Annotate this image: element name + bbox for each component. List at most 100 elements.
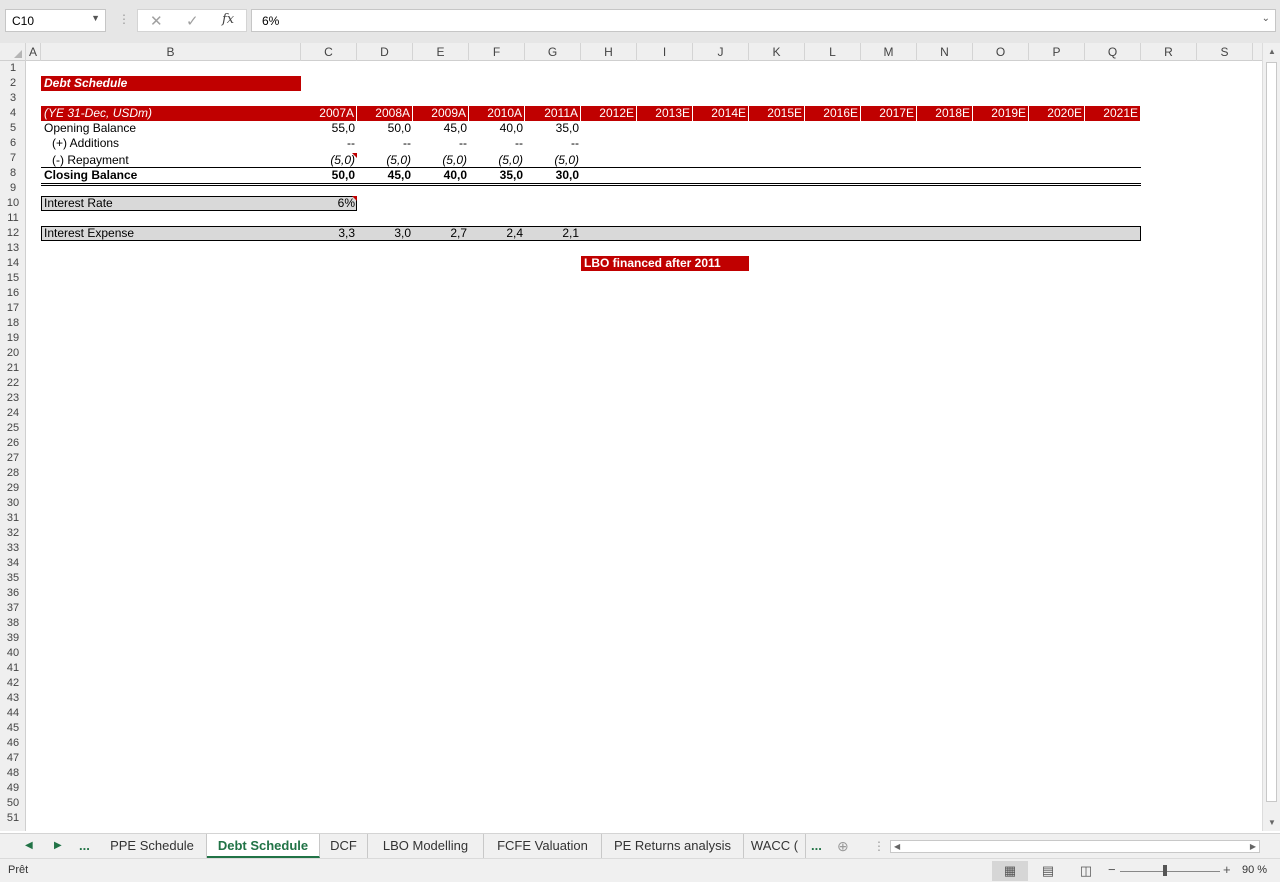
row-header-15[interactable]: 15 (0, 271, 26, 286)
year-header[interactable]: 2010A (469, 106, 525, 121)
opening-balance-label[interactable]: Opening Balance (41, 121, 301, 136)
formula-input[interactable]: 6% ⌄ (251, 9, 1276, 32)
year-header[interactable]: 2018E (917, 106, 973, 121)
row-header-3[interactable]: 3 (0, 91, 26, 106)
column-header-h[interactable]: H (581, 43, 637, 61)
column-header-a[interactable]: A (26, 43, 41, 61)
row-header-22[interactable]: 22 (0, 376, 26, 391)
interest-expense-value[interactable]: 2,7 (413, 226, 469, 241)
column-header-s[interactable]: S (1197, 43, 1253, 61)
sheet-tab[interactable]: LBO Modelling (368, 834, 484, 858)
column-header-p[interactable]: P (1029, 43, 1085, 61)
zoom-slider-thumb[interactable] (1163, 865, 1167, 876)
row-header-13[interactable]: 13 (0, 241, 26, 256)
row-header-42[interactable]: 42 (0, 676, 26, 691)
worksheet-grid[interactable]: Debt Schedule (YE 31-Dec, USDm) 2007A 2008A… (26, 61, 1262, 831)
row-header-20[interactable]: 20 (0, 346, 26, 361)
repayment-value[interactable]: (5,0) (413, 153, 469, 168)
year-header[interactable]: 2013E (637, 106, 693, 121)
column-header-m[interactable]: M (861, 43, 917, 61)
row-header-8[interactable]: 8 (0, 166, 26, 181)
row-header-41[interactable]: 41 (0, 661, 26, 676)
row-header-30[interactable]: 30 (0, 496, 26, 511)
year-header[interactable]: 2011A (525, 106, 581, 121)
row-header-28[interactable]: 28 (0, 466, 26, 481)
row-header-4[interactable]: 4 (0, 106, 26, 121)
scroll-up-icon[interactable]: ▲ (1268, 47, 1276, 56)
repayment-value[interactable]: (5,0) (525, 153, 581, 168)
fx-icon[interactable]: fx (222, 12, 234, 27)
enter-icon[interactable]: ✓ (186, 12, 199, 30)
year-header[interactable]: 2015E (749, 106, 805, 121)
year-header[interactable]: 2007A (301, 106, 357, 121)
additions-value[interactable]: -- (469, 136, 525, 151)
column-header-r[interactable]: R (1141, 43, 1197, 61)
row-header-1[interactable]: 1 (0, 61, 26, 76)
interest-expense-value[interactable]: 2,4 (469, 226, 525, 241)
row-header-46[interactable]: 46 (0, 736, 26, 751)
opening-balance-value[interactable]: 50,0 (357, 121, 413, 136)
column-header-e[interactable]: E (413, 43, 469, 61)
column-header-n[interactable]: N (917, 43, 973, 61)
row-header-17[interactable]: 17 (0, 301, 26, 316)
additions-value[interactable]: -- (301, 136, 357, 151)
year-header[interactable]: 2009A (413, 106, 469, 121)
zoom-slider[interactable] (1120, 871, 1220, 872)
column-header-q[interactable]: Q (1085, 43, 1141, 61)
row-header-37[interactable]: 37 (0, 601, 26, 616)
repayment-label[interactable]: (-) Repayment (41, 153, 301, 168)
header-label[interactable]: (YE 31-Dec, USDm) (41, 106, 301, 121)
row-header-23[interactable]: 23 (0, 391, 26, 406)
row-header-51[interactable]: 51 (0, 811, 26, 826)
additions-value[interactable]: -- (357, 136, 413, 151)
year-header[interactable]: 2021E (1085, 106, 1141, 121)
column-header-b[interactable]: B (41, 43, 301, 61)
closing-balance-value[interactable]: 40,0 (413, 168, 469, 183)
row-header-19[interactable]: 19 (0, 331, 26, 346)
interest-rate-label[interactable]: Interest Rate (41, 196, 301, 211)
row-header-10[interactable]: 10 (0, 196, 26, 211)
row-header-18[interactable]: 18 (0, 316, 26, 331)
more-sheets-left[interactable]: ... (79, 834, 90, 858)
column-header-k[interactable]: K (749, 43, 805, 61)
opening-balance-value[interactable]: 55,0 (301, 121, 357, 136)
row-header-5[interactable]: 5 (0, 121, 26, 136)
row-header-33[interactable]: 33 (0, 541, 26, 556)
select-all-corner[interactable] (0, 43, 26, 61)
zoom-in-icon[interactable]: + (1223, 862, 1231, 877)
row-header-43[interactable]: 43 (0, 691, 26, 706)
column-header-i[interactable]: I (637, 43, 693, 61)
interest-expense-value[interactable]: 3,3 (301, 226, 357, 241)
row-header-24[interactable]: 24 (0, 406, 26, 421)
sheet-tab[interactable]: WACC ( (744, 834, 806, 858)
row-header-38[interactable]: 38 (0, 616, 26, 631)
normal-view-icon[interactable]: ▦ (992, 861, 1028, 881)
sheet-tab[interactable]: DCF (320, 834, 368, 858)
row-header-9[interactable]: 9 (0, 181, 26, 196)
scroll-left-icon[interactable]: ◀ (894, 842, 900, 851)
closing-balance-value[interactable]: 35,0 (469, 168, 525, 183)
row-header-27[interactable]: 27 (0, 451, 26, 466)
column-header-c[interactable]: C (301, 43, 357, 61)
year-header[interactable]: 2019E (973, 106, 1029, 121)
column-header-g[interactable]: G (525, 43, 581, 61)
year-header[interactable]: 2020E (1029, 106, 1085, 121)
row-header-21[interactable]: 21 (0, 361, 26, 376)
column-header-f[interactable]: F (469, 43, 525, 61)
expand-formula-icon[interactable]: ⌄ (1262, 13, 1270, 24)
repayment-value[interactable]: (5,0) (357, 153, 413, 168)
row-header-26[interactable]: 26 (0, 436, 26, 451)
year-header[interactable]: 2012E (581, 106, 637, 121)
row-header-7[interactable]: 7 (0, 151, 26, 166)
sheet-tab[interactable]: PPE Schedule (98, 834, 207, 858)
opening-balance-value[interactable]: 35,0 (525, 121, 581, 136)
year-header[interactable]: 2017E (861, 106, 917, 121)
cancel-icon[interactable]: ✕ (150, 12, 163, 30)
row-header-16[interactable]: 16 (0, 286, 26, 301)
row-header-36[interactable]: 36 (0, 586, 26, 601)
prev-sheet-icon[interactable]: ◀ (25, 834, 33, 858)
next-sheet-icon[interactable]: ▶ (54, 834, 62, 858)
zoom-out-icon[interactable]: − (1108, 862, 1116, 877)
opening-balance-value[interactable]: 40,0 (469, 121, 525, 136)
column-header-d[interactable]: D (357, 43, 413, 61)
